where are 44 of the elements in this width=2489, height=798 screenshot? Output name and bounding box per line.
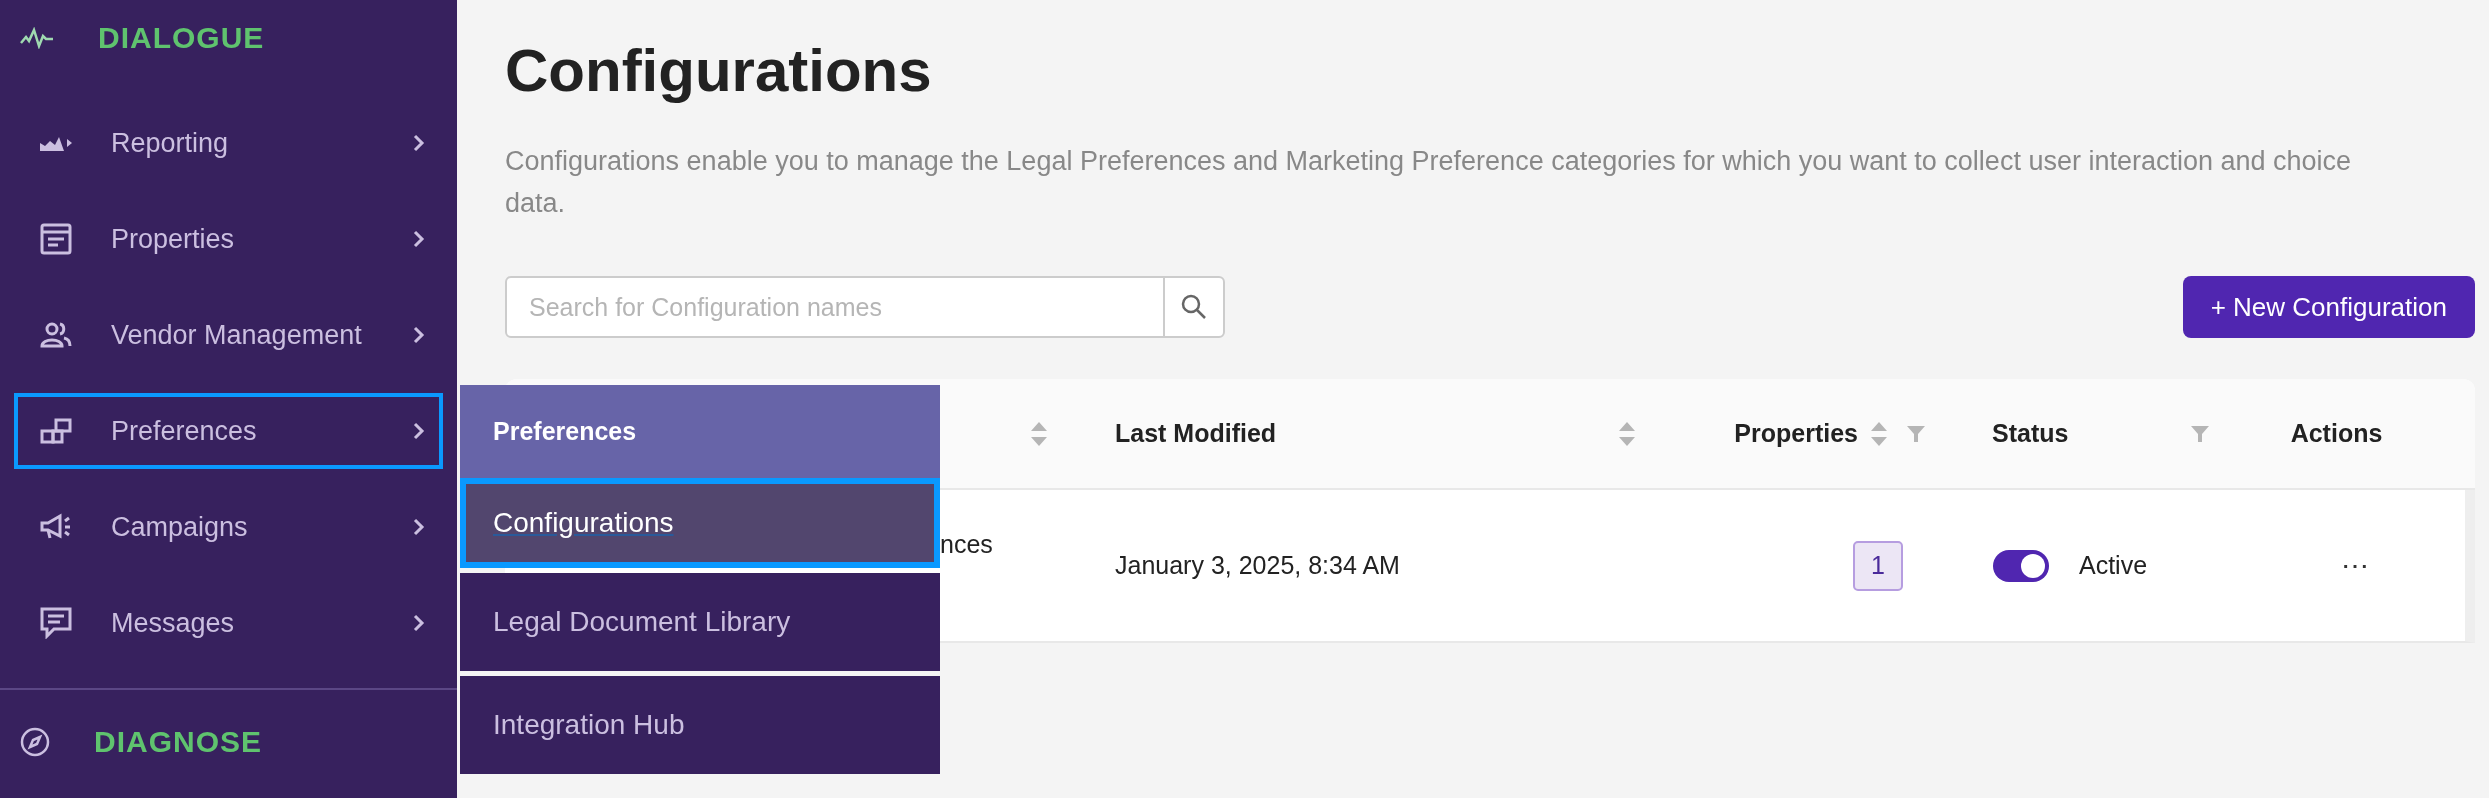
chevron-right-icon xyxy=(413,614,425,632)
more-button[interactable]: ⋯ xyxy=(2335,549,2375,582)
chevron-right-icon xyxy=(413,422,425,440)
page-description: Configurations enable you to manage the Legal Preferences and Marketing Preference categories for which you want to collect user interaction and choice data. xyxy=(505,145,2353,220)
count-badge: 1 xyxy=(1853,540,1903,591)
column-header: Properties xyxy=(1734,419,1858,448)
submenu-item[interactable]: Legal Document Library xyxy=(460,573,940,671)
submenu-title: Preferences xyxy=(460,385,940,478)
sidebar-item[interactable]: Campaigns xyxy=(14,489,443,565)
sidebar-item[interactable]: Properties xyxy=(14,201,443,277)
sort-icon xyxy=(1030,420,1048,447)
new-configuration-button[interactable]: + New Configuration xyxy=(2182,276,2475,338)
sort-icon xyxy=(1870,420,1888,447)
people-icon xyxy=(40,322,72,348)
column-header: Actions xyxy=(2290,419,2383,448)
chevron-right-icon xyxy=(413,134,425,152)
submenu-item[interactable]: Configurations xyxy=(460,478,940,568)
status-label: Active xyxy=(2079,551,2148,580)
submenu-item[interactable]: Integration Hub xyxy=(460,676,940,774)
megaphone-icon xyxy=(40,513,72,541)
document-icon xyxy=(40,223,72,255)
chevron-right-icon xyxy=(413,518,425,536)
search-icon xyxy=(1181,294,1207,320)
chevron-right-icon xyxy=(413,230,425,248)
section-title: DIAGNOSE xyxy=(94,725,263,759)
section-title: DIALOGUE xyxy=(98,21,265,55)
compass-icon xyxy=(20,727,50,757)
sidebar-item[interactable]: Preferences xyxy=(14,393,443,469)
chat-icon xyxy=(40,607,72,639)
column-header: Status xyxy=(1992,419,2069,448)
table-cell: nces xyxy=(940,530,993,559)
sidebar-item[interactable]: Vendor Management xyxy=(14,297,443,373)
page-title: Configurations xyxy=(505,35,932,106)
column-header: Last Modified xyxy=(1115,419,1277,448)
toggle-switch[interactable] xyxy=(1993,549,2049,582)
pulse-icon xyxy=(20,27,54,49)
blocks-icon xyxy=(40,418,72,444)
filter-icon xyxy=(1906,424,1926,443)
filter-icon xyxy=(2190,424,2210,443)
table-cell: January 3, 2025, 8:34 AM xyxy=(1115,551,1400,580)
chevron-right-icon xyxy=(413,326,425,344)
sidebar-item[interactable]: Reporting xyxy=(14,105,443,181)
sort-icon xyxy=(1618,420,1636,447)
sidebar-item[interactable]: Messages xyxy=(14,585,443,661)
